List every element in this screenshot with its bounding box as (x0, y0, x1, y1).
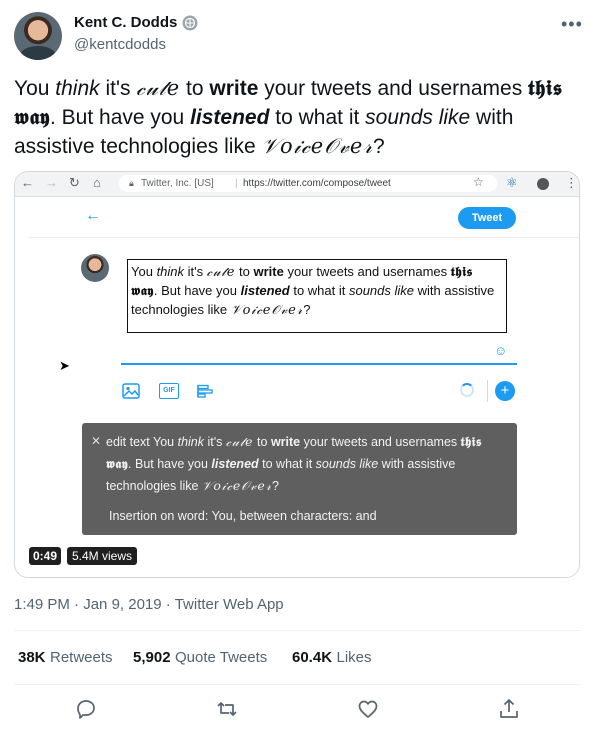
share-icon[interactable] (497, 697, 521, 721)
gif-icon: GIF (159, 383, 179, 399)
video-views-badge: 5.4M views (67, 547, 138, 565)
home-icon: ⌂ (93, 175, 101, 190)
retweet-icon[interactable] (215, 697, 239, 721)
author-avatar[interactable] (14, 12, 62, 60)
more-options-button[interactable]: ••• (561, 14, 583, 35)
emoji-icon: ☺ (494, 343, 508, 358)
compose-back-icon: ← (85, 207, 101, 224)
profile-icon (537, 178, 549, 190)
divider (14, 684, 581, 685)
media-image-icon (122, 383, 140, 399)
toolbar-separator (487, 380, 488, 402)
add-tweet-icon: + (495, 381, 515, 401)
react-extension-icon: ⚛ (506, 175, 518, 190)
tweet-meta: 1:49 PM · Jan 9, 2019 · Twitter Web App (14, 596, 284, 613)
browser-menu-icon: ⋮ (565, 175, 578, 190)
author-name[interactable]: Kent C. Dodds (74, 14, 177, 31)
voiceover-insertion-text: Insertion on word: You, between characte… (109, 509, 377, 523)
poll-icon (197, 384, 213, 398)
browser-toolbar: ← → ↻ ⌂ 🔒︎ Twitter, Inc. [US] | https://… (15, 172, 579, 197)
verified-icon (182, 15, 198, 31)
compose-underline (121, 363, 517, 365)
likes-stat[interactable]: 60.4K Likes (292, 649, 372, 667)
tweet-source[interactable]: Twitter Web App (175, 596, 284, 613)
reload-icon: ↻ (69, 175, 80, 190)
reply-icon[interactable] (74, 697, 98, 721)
compose-tweet-button: Tweet (458, 207, 516, 229)
quote-tweets-stat[interactable]: 5,902 Quote Tweets (133, 649, 267, 667)
tweet-time[interactable]: 1:49 PM (14, 596, 70, 613)
back-arrow-icon: ← (21, 175, 34, 190)
mouse-cursor-icon: ➤ (59, 358, 70, 373)
lock-icon: 🔒︎ (129, 178, 134, 188)
compose-avatar (81, 254, 109, 282)
address-bar: 🔒︎ Twitter, Inc. [US] | https://twitter.… (119, 175, 497, 192)
tweet-text: You think it's 𝒸𝓊𝓉𝑒 to write your tweets… (14, 75, 563, 158)
like-heart-icon[interactable] (356, 697, 380, 721)
video-player[interactable]: ← → ↻ ⌂ 🔒︎ Twitter, Inc. [US] | https://… (14, 171, 580, 578)
voiceover-caption-panel: ✕ edit text You think it's 𝒸𝓊𝓉𝑒 to write… (82, 423, 517, 535)
bookmark-star-icon: ☆ (473, 175, 484, 189)
voiceover-close-icon: ✕ (91, 434, 102, 448)
divider (14, 630, 581, 631)
voiceover-caption-text: edit text You think it's 𝒸𝓊𝓉𝑒 to write y… (106, 434, 482, 493)
compose-divider (29, 237, 579, 238)
video-duration-badge: 0:49 (29, 547, 62, 565)
forward-arrow-icon: → (45, 175, 58, 190)
tweet-date[interactable]: Jan 9, 2019 (83, 596, 161, 613)
author-handle[interactable]: @kentcdodds (74, 36, 166, 53)
compose-textbox: You think it's 𝒸𝓊𝓉𝑒 to write your tweets… (127, 259, 507, 333)
character-count-progress (460, 383, 474, 397)
retweets-stat[interactable]: 38K Retweets (18, 649, 113, 667)
